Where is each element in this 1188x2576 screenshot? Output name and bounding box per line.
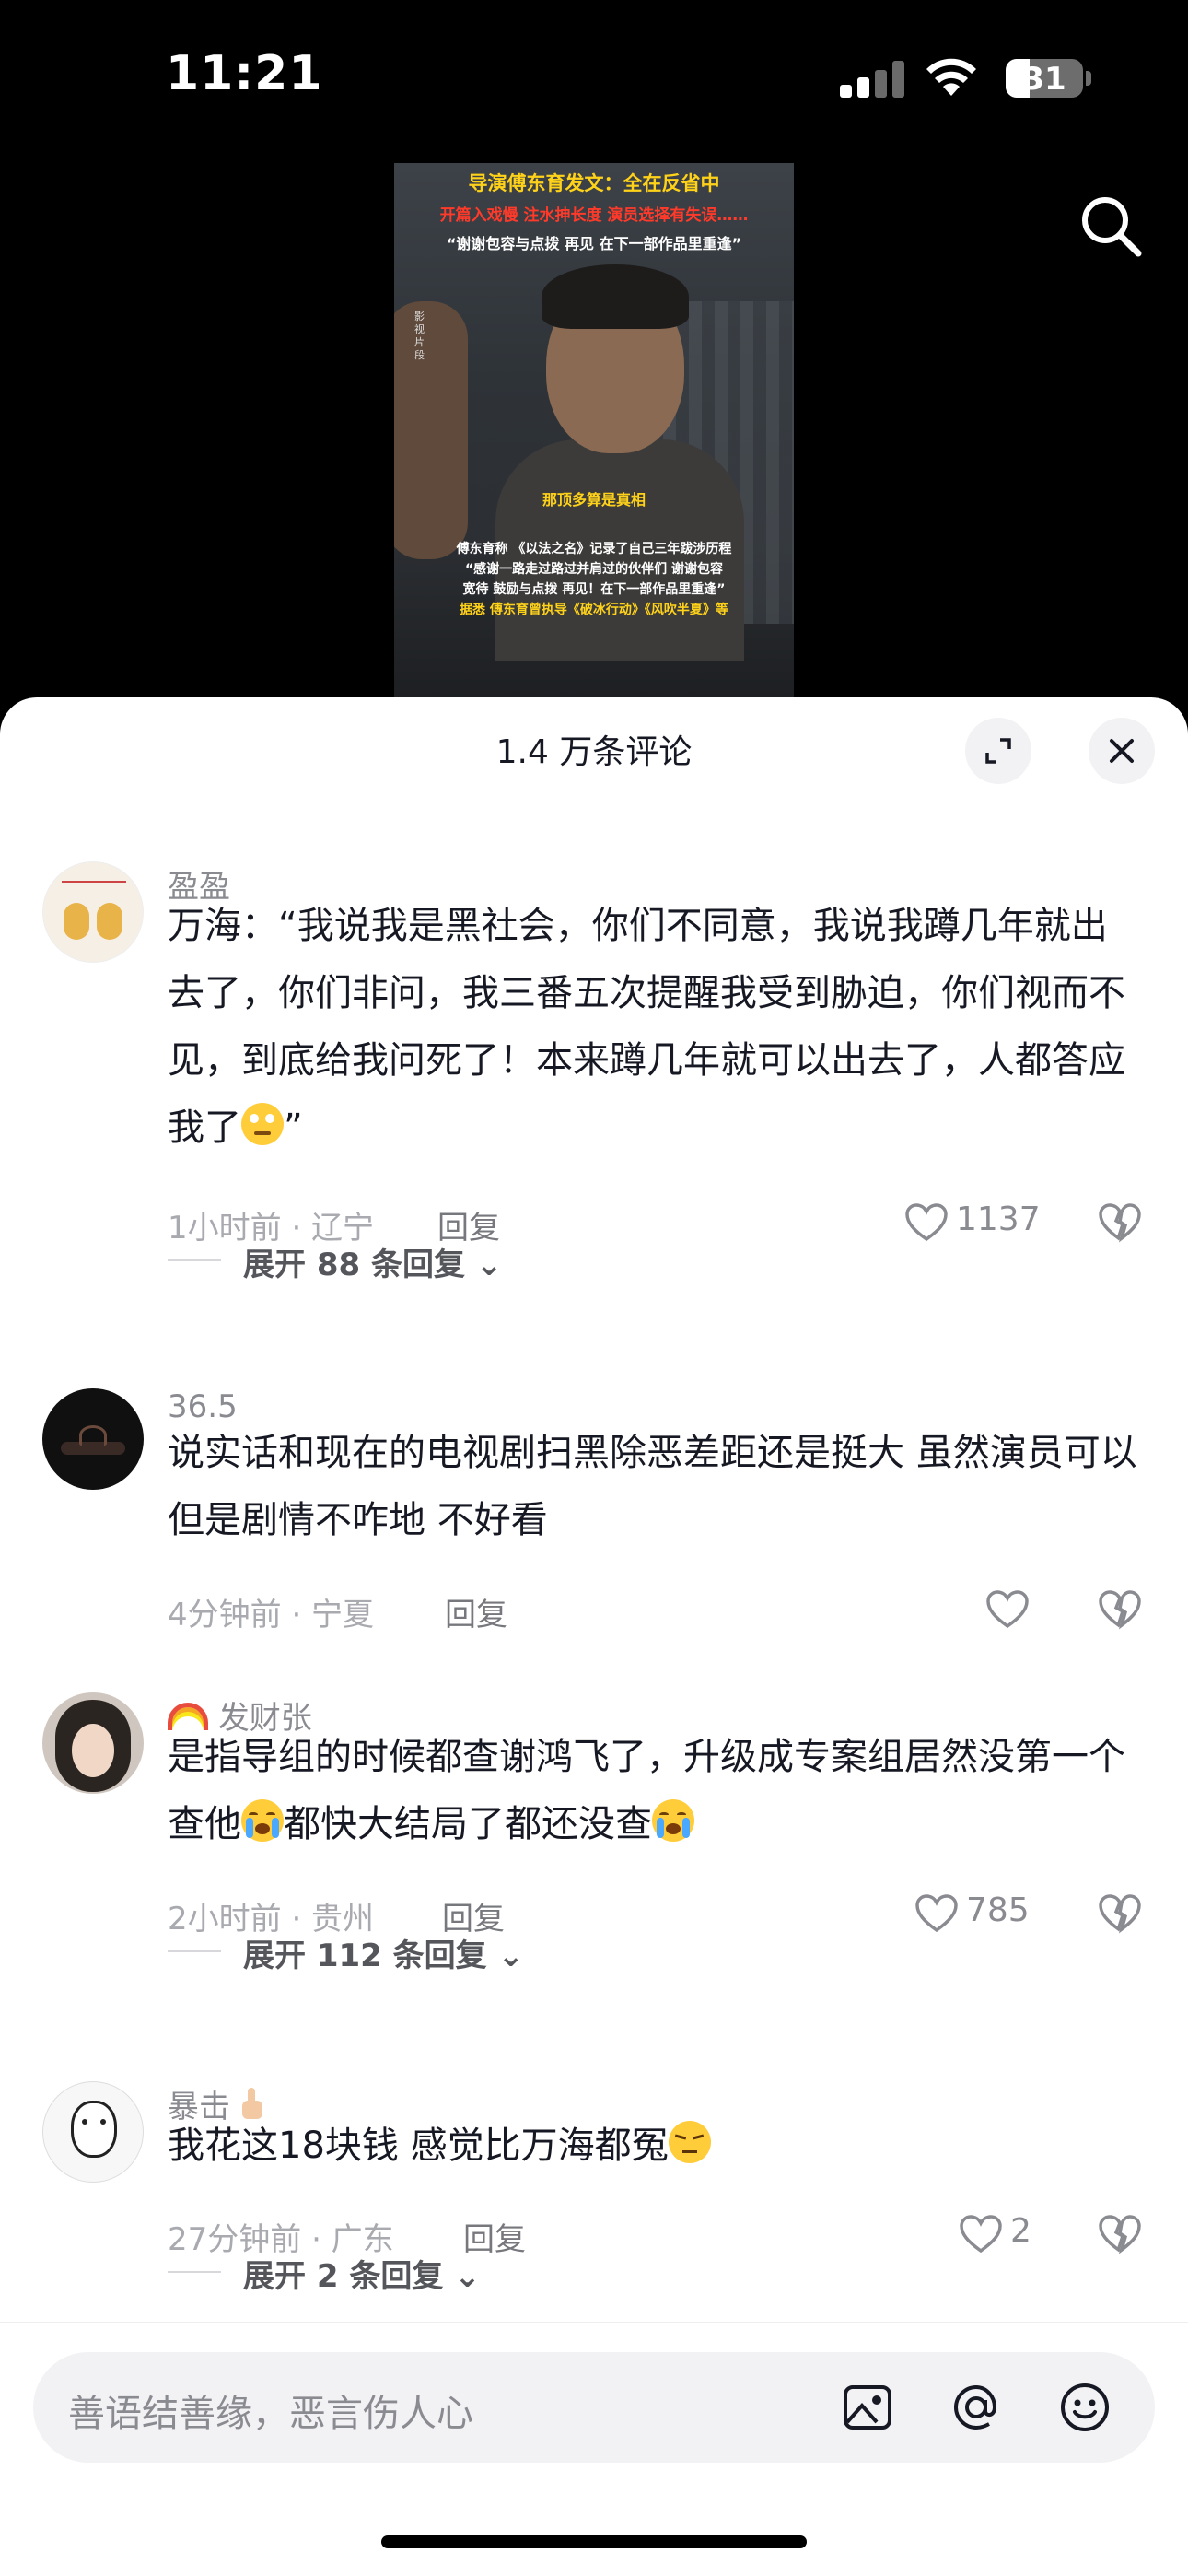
- dislike-heart-icon[interactable]: [1098, 2214, 1142, 2254]
- video-caption-line: “感谢一路走过路过并肩过的伙伴们 谢谢包容: [464, 562, 724, 577]
- wifi-icon: [926, 58, 976, 96]
- like-count: 785: [966, 1891, 1030, 1929]
- expand-replies-button[interactable]: 展开 88 条回复 ⌄: [243, 1239, 502, 1284]
- annoyed-emoji-icon: [668, 2121, 711, 2163]
- avatar[interactable]: [42, 1692, 144, 1794]
- video-caption-line: 傅东育称 《以法之名》记录了自己三年跋涉历程: [456, 542, 732, 556]
- comment-text: 是指导组的时候都查谢鸿飞了，升级成专案组居然没第一个查他 都快大结局了都还没查: [168, 1724, 1144, 1858]
- comment-text: 说实话和现在的电视剧扫黑除恶差距还是挺大 虽然演员可以 但是剧情不咋地 不好看: [168, 1432, 1137, 1541]
- chevron-down-icon: ⌄: [475, 1247, 503, 1283]
- like-button[interactable]: 2: [959, 2212, 1042, 2254]
- heart-icon: [960, 2215, 1002, 2254]
- crying-emoji-icon: [241, 1799, 284, 1842]
- expand-replies-button[interactable]: 展开 112 条回复 ⌄: [243, 1930, 524, 1975]
- like-button[interactable]: 1137: [904, 1200, 1041, 1243]
- status-bar: 11:21 31: [0, 0, 1188, 157]
- comment-input[interactable]: 善语结善缘，恶言伤人心: [33, 2352, 1155, 2463]
- comment-input-placeholder: 善语结善缘，恶言伤人心: [68, 2393, 473, 2435]
- crying-emoji-icon: [652, 1799, 694, 1842]
- expand-replies-label: 展开 88 条回复: [243, 1247, 465, 1283]
- video-caption-line: 据悉 傅东育曾执导《破冰行动》《风吹半夏》等: [460, 603, 728, 617]
- comment-text-part: 都快大结局了都还没查: [284, 1803, 652, 1845]
- chevron-down-icon: ⌄: [454, 2258, 481, 2295]
- avatar[interactable]: [42, 861, 144, 963]
- like-count: 1137: [956, 1200, 1041, 1238]
- comment-text-body: 我花这18块钱 感觉比万海都冤: [168, 2125, 669, 2167]
- expand-divider: [168, 1950, 221, 1952]
- search-icon[interactable]: [1074, 189, 1147, 263]
- close-icon: [1110, 739, 1134, 763]
- expand-replies-button[interactable]: 展开 2 条回复 ⌄: [243, 2251, 481, 2296]
- like-button[interactable]: 785: [914, 1891, 1034, 1934]
- avatar[interactable]: [42, 2081, 144, 2183]
- like-button[interactable]: [985, 1587, 1041, 1630]
- heart-icon: [905, 1203, 948, 1242]
- heart-icon: [986, 1590, 1029, 1629]
- video-player[interactable]: 导演傅东育发文：全在反省中 开篇入戏慢 注水抻长度 演员选择有失误…… “谢谢包…: [394, 163, 794, 697]
- video-caption: 傅东育称 《以法之名》记录了自己三年跋涉历程 “感谢一路走过路过并肩过的伙伴们 …: [402, 539, 786, 620]
- dislike-heart-icon[interactable]: [1098, 1202, 1142, 1243]
- expand-replies-label: 展开 2 条回复: [243, 2258, 444, 2295]
- image-icon[interactable]: [840, 2380, 895, 2435]
- comment-time-location: 4分钟前 · 宁夏: [168, 1597, 375, 1633]
- avatar[interactable]: [42, 1388, 144, 1490]
- mention-icon[interactable]: [949, 2380, 1004, 2435]
- emoji-icon[interactable]: [1057, 2380, 1112, 2435]
- comment-text-end: ”: [284, 1107, 303, 1149]
- dislike-heart-icon[interactable]: [1098, 1893, 1142, 1934]
- comment-text: 我花这18块钱 感觉比万海都冤: [168, 2113, 1144, 2180]
- video-subtitle: 那顶多算是真相: [542, 491, 646, 509]
- expand-divider: [168, 2271, 221, 2273]
- video-quote: “谢谢包容与点拨 再见 在下一部作品里重逢”: [446, 235, 742, 252]
- home-indicator[interactable]: [381, 2535, 807, 2548]
- video-caption-line: 宽待 鼓励与点拨 再见！在下一部作品里重逢”: [462, 582, 726, 597]
- video-side-label: 影视片段: [414, 310, 425, 361]
- battery-tip: [1086, 71, 1091, 86]
- comment-text: 万海：“我说我是黑社会，你们不同意，我说我蹲几年就出去了，你们非问，我三番五次提…: [168, 893, 1144, 1162]
- reply-button[interactable]: 回复: [445, 1589, 507, 1634]
- heart-icon: [915, 1894, 958, 1933]
- status-time: 11:21: [166, 46, 323, 101]
- video-subheadline: 开篇入戏慢 注水抻长度 演员选择有失误……: [439, 206, 749, 225]
- chevron-down-icon: ⌄: [497, 1938, 525, 1974]
- eye-roll-emoji-icon: [241, 1103, 284, 1145]
- expand-icon: [985, 738, 1011, 764]
- expand-sheet-button[interactable]: [965, 718, 1031, 784]
- battery-level: 31: [1022, 61, 1066, 98]
- dislike-heart-icon[interactable]: [1098, 1589, 1142, 1630]
- comment-text-body: 万海：“我说我是黑社会，你们不同意，我说我蹲几年就出去了，你们非问，我三番五次提…: [168, 905, 1125, 1149]
- video-headline: 导演傅东育发文：全在反省中: [468, 172, 720, 194]
- expand-replies-label: 展开 112 条回复: [243, 1938, 487, 1974]
- like-count: 2: [1010, 2212, 1031, 2250]
- battery-icon: 31: [1006, 59, 1083, 98]
- comment-sheet: 1.4 万条评论 盈盈 万海：“我说我是黑社会，你们不同意，我说我蹲几年就出去了…: [0, 697, 1188, 2576]
- close-sheet-button[interactable]: [1089, 718, 1155, 784]
- cellular-signal-icon: [840, 61, 904, 98]
- expand-divider: [168, 1259, 221, 1261]
